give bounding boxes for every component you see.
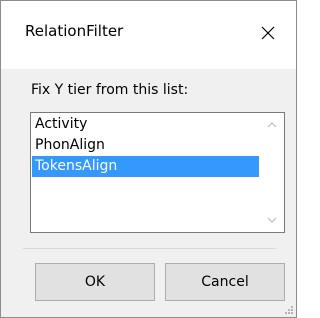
close-button[interactable] xyxy=(245,11,291,55)
scroll-down-button[interactable] xyxy=(261,209,283,231)
title-bar: RelationFilter xyxy=(1,1,296,69)
list-scrollbar[interactable] xyxy=(261,114,283,231)
list-item-tokensalign[interactable]: TokensAlign xyxy=(32,156,259,177)
footer-divider xyxy=(23,248,276,249)
ok-button[interactable]: OK xyxy=(35,263,155,301)
chevron-up-icon xyxy=(267,122,277,128)
close-icon xyxy=(261,26,275,40)
list-item-phonalign[interactable]: PhonAlign xyxy=(32,135,259,156)
tier-prompt-label: Fix Y tier from this list: xyxy=(31,82,189,98)
window-title: RelationFilter xyxy=(25,22,124,40)
chevron-down-icon xyxy=(267,217,277,223)
tier-list: Activity PhonAlign TokensAlign xyxy=(32,114,259,177)
list-item-activity[interactable]: Activity xyxy=(32,114,259,135)
cancel-button[interactable]: Cancel xyxy=(165,263,285,301)
relationfilter-dialog: RelationFilter Fix Y tier from this list… xyxy=(0,0,297,318)
resize-grip-icon[interactable] xyxy=(284,305,294,315)
scroll-up-button[interactable] xyxy=(261,114,283,136)
tier-listbox[interactable]: Activity PhonAlign TokensAlign xyxy=(30,112,285,233)
